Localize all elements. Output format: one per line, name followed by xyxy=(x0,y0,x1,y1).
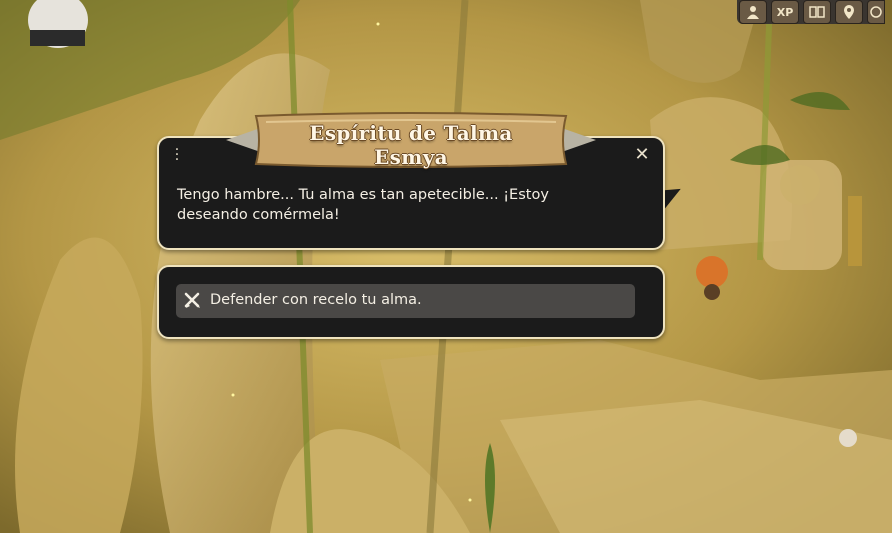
close-icon[interactable]: ✕ xyxy=(633,146,651,164)
more-options-icon[interactable]: · · · xyxy=(173,143,181,167)
crossed-swords-icon xyxy=(184,292,200,308)
top-toolbar: XP xyxy=(737,0,885,24)
dialog-responses-panel: Defender con recelo tu alma. xyxy=(157,265,665,339)
xp-button[interactable]: XP xyxy=(771,0,799,24)
npc-dialog-text: Tengo hambre... Tu alma es tan apetecibl… xyxy=(177,187,549,223)
response-option[interactable]: Defender con recelo tu alma. xyxy=(176,284,635,318)
book-icon xyxy=(809,6,825,18)
group-icon xyxy=(747,6,759,19)
emote-button[interactable] xyxy=(867,0,885,24)
group-button[interactable] xyxy=(739,0,767,24)
book-button[interactable] xyxy=(803,0,831,24)
npc-name-banner: Espíritu de Talma Esmya xyxy=(226,112,596,169)
xp-icon: XP xyxy=(776,5,794,19)
map-pin-icon xyxy=(844,5,854,19)
map-pin-button[interactable] xyxy=(835,0,863,24)
npc-name: Espíritu de Talma Esmya xyxy=(309,121,513,169)
emote-icon xyxy=(870,6,882,18)
response-option-label: Defender con recelo tu alma. xyxy=(210,292,422,308)
